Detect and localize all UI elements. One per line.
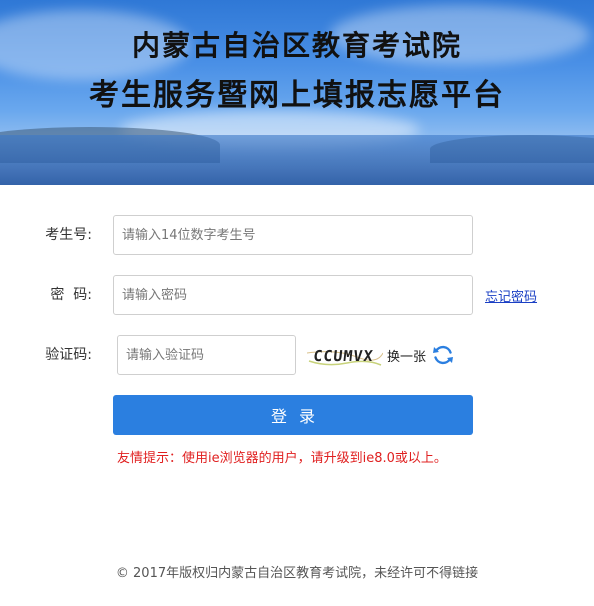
captcha-input[interactable] (117, 335, 296, 375)
password-input[interactable] (113, 275, 473, 315)
login-button[interactable]: 登录 (113, 395, 473, 435)
forgot-password-link[interactable]: 忘记密码 (485, 286, 537, 305)
copyright-footer: © 2017年版权归内蒙古自治区教育考试院，未经许可不得链接 (115, 566, 479, 581)
header-banner: 内蒙古自治区教育考试院 考生服务暨网上填报志愿平台 (0, 0, 594, 185)
banner-water (0, 135, 594, 185)
page-subtitle: 考生服务暨网上填报志愿平台 (89, 78, 505, 113)
captcha-image[interactable]: CCUMVX (307, 341, 383, 369)
exam-id-row: 考生号: (0, 215, 594, 257)
captcha-row: 验证码: CCUMVX 换一张 (0, 335, 594, 377)
captcha-label: 验证码: (45, 347, 92, 363)
page-title: 内蒙古自治区教育考试院 (131, 29, 462, 62)
exam-id-label: 考生号: (45, 227, 92, 243)
captcha-refresh-link[interactable]: 换一张 (387, 346, 426, 365)
password-row: 密 码: 忘记密码 (0, 275, 594, 317)
browser-notice: 友情提示：使用ie浏览器的用户，请升级到ie8.0或以上。 (117, 451, 447, 466)
password-label: 密 码: (50, 287, 92, 303)
exam-id-input[interactable] (113, 215, 473, 255)
captcha-text: CCUMVX (312, 347, 374, 365)
refresh-icon[interactable] (431, 343, 455, 367)
